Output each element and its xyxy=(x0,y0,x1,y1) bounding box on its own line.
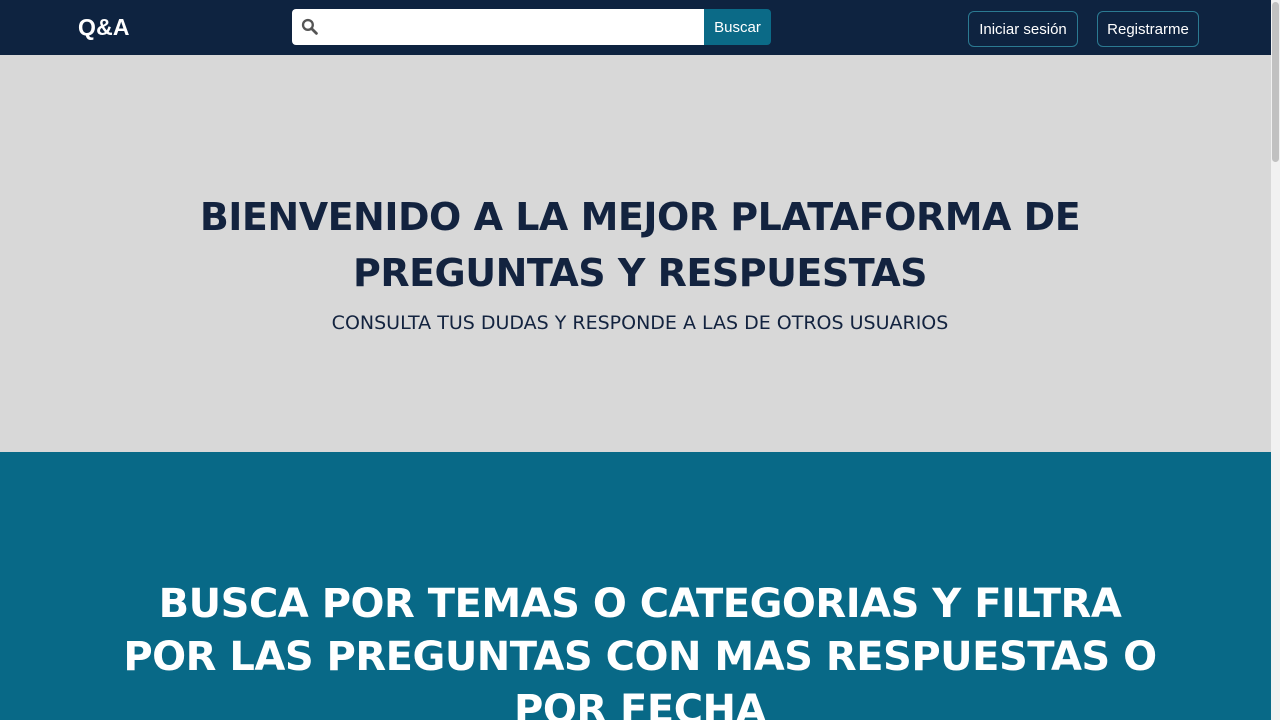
feature-section: BUSCA POR TEMAS O CATEGORIAS Y FILTRA PO… xyxy=(0,452,1280,720)
hero-title: BIENVENIDO A LA MEJOR PLATAFORMA DE PREG… xyxy=(199,195,1081,295)
feature-title: BUSCA POR TEMAS O CATEGORIAS Y FILTRA PO… xyxy=(123,581,1157,720)
search-icon xyxy=(301,18,318,35)
brand-logo[interactable]: Q&A xyxy=(78,13,130,41)
top-navbar: Q&A Buscar Iniciar sesión Registrarme xyxy=(0,0,1280,55)
search-bar: Buscar xyxy=(292,9,771,45)
page-scrollbar[interactable] xyxy=(1271,0,1280,720)
hero-section: BIENVENIDO A LA MEJOR PLATAFORMA DE PREG… xyxy=(0,55,1280,452)
register-button[interactable]: Registrarme xyxy=(1097,11,1199,47)
search-box xyxy=(292,9,704,45)
search-button[interactable]: Buscar xyxy=(704,9,771,45)
search-input[interactable] xyxy=(324,9,700,45)
login-button[interactable]: Iniciar sesión xyxy=(968,11,1078,47)
scrollbar-thumb[interactable] xyxy=(1272,2,1279,162)
hero-subtitle: CONSULTA TUS DUDAS Y RESPONDE A LAS DE O… xyxy=(331,312,949,334)
